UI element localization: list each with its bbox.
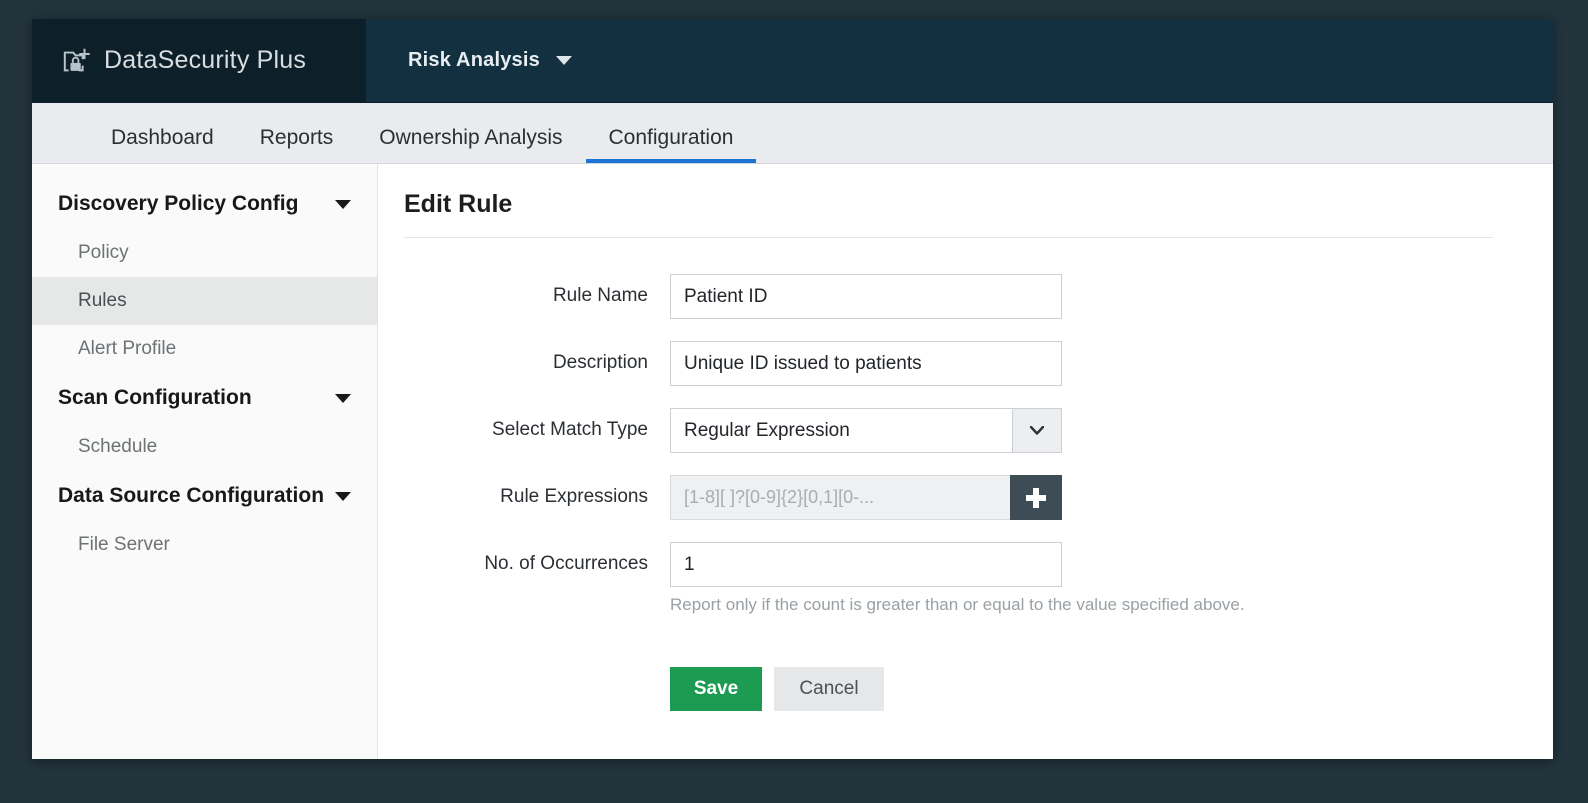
form-row-rule-expressions: Rule Expressions [404, 475, 1513, 520]
plus-icon [1026, 487, 1046, 508]
description-input[interactable] [670, 341, 1062, 386]
module-switcher[interactable]: Risk Analysis [366, 19, 598, 102]
occurrences-input[interactable] [670, 542, 1062, 587]
sidebar-group-label: Scan Configuration [58, 386, 252, 409]
tab-configuration[interactable]: Configuration [585, 126, 757, 163]
sidebar-item-policy[interactable]: Policy [32, 229, 377, 277]
brand-identity: DataSecurity Plus [32, 19, 366, 102]
rule-name-label: Rule Name [552, 285, 648, 306]
sidebar-item-file-server[interactable]: File Server [32, 521, 377, 569]
occurrences-label: No. of Occurrences [484, 553, 648, 574]
sidebar-item-schedule[interactable]: Schedule [32, 423, 377, 471]
occurrences-help-text: Report only if the count is greater than… [670, 595, 1245, 614]
content-pane: Edit Rule Rule Name Description [378, 164, 1553, 759]
add-rule-expression-button[interactable] [1010, 475, 1062, 520]
match-type-field-col: Regular Expression [670, 408, 1062, 453]
sidebar-item-rules[interactable]: Rules [32, 277, 377, 325]
rule-expressions-label: Rule Expressions [500, 486, 648, 507]
save-button[interactable]: Save [670, 667, 762, 711]
tab-dashboard[interactable]: Dashboard [88, 126, 237, 163]
form-row-occurrences: No. of Occurrences Report only if the co… [404, 542, 1513, 615]
rule-expressions-group [670, 475, 1062, 520]
caret-down-icon [335, 393, 351, 403]
sidebar: Discovery Policy Config Policy Rules Ale… [32, 164, 378, 759]
sidebar-group-label: Data Source Configuration [58, 484, 325, 507]
caret-down-icon [555, 56, 572, 65]
sidebar-group-label: Discovery Policy Config [58, 192, 299, 215]
sidebar-group-discovery-policy-config[interactable]: Discovery Policy Config [32, 179, 377, 229]
edit-rule-form: Rule Name Description Sele [404, 274, 1513, 711]
app-window: DataSecurity Plus Risk Analysis Dashboar… [32, 19, 1553, 759]
form-row-actions: Save Cancel [404, 637, 1513, 711]
sidebar-group-data-source-configuration[interactable]: Data Source Configuration [32, 471, 377, 521]
main-tabs: Dashboard Reports Ownership Analysis Con… [32, 103, 1553, 164]
description-field-col [670, 341, 1062, 386]
rule-expressions-field-col [670, 475, 1062, 520]
actions-field-col: Save Cancel [670, 637, 884, 711]
body-split: Discovery Policy Config Policy Rules Ale… [32, 164, 1553, 759]
module-name: Risk Analysis [408, 49, 540, 71]
action-buttons: Save Cancel [670, 667, 884, 711]
caret-down-icon [335, 491, 351, 501]
match-type-select[interactable]: Regular Expression [670, 408, 1062, 453]
page-title: Edit Rule [404, 190, 513, 218]
rule-expressions-input[interactable] [670, 475, 1010, 520]
sidebar-item-alert-profile[interactable]: Alert Profile [32, 325, 377, 373]
rule-name-input[interactable] [670, 274, 1062, 319]
match-type-dropdown-button[interactable] [1012, 409, 1061, 452]
caret-down-icon [335, 199, 351, 209]
form-row-rule-name: Rule Name [404, 274, 1513, 319]
form-row-match-type: Select Match Type Regular Expression [404, 408, 1513, 453]
brand-bar: DataSecurity Plus Risk Analysis [32, 19, 1553, 103]
rule-name-field-col [670, 274, 1062, 319]
occurrences-field-col: Report only if the count is greater than… [670, 542, 1245, 615]
sidebar-group-scan-configuration[interactable]: Scan Configuration [32, 373, 377, 423]
description-label: Description [552, 352, 648, 373]
form-row-description: Description [404, 341, 1513, 386]
product-name: DataSecurity Plus [104, 46, 307, 74]
chevron-down-icon [1030, 426, 1044, 435]
page-root: DataSecurity Plus Risk Analysis Dashboar… [0, 0, 1588, 803]
actions-label-spacer [404, 637, 670, 648]
match-type-selected-value: Regular Expression [684, 419, 850, 441]
folder-lock-plus-icon [63, 48, 90, 71]
tab-reports[interactable]: Reports [237, 126, 357, 163]
tab-ownership-analysis[interactable]: Ownership Analysis [356, 126, 585, 163]
cancel-button[interactable]: Cancel [774, 667, 884, 711]
match-type-label: Select Match Type [492, 419, 648, 440]
title-divider [404, 237, 1493, 238]
